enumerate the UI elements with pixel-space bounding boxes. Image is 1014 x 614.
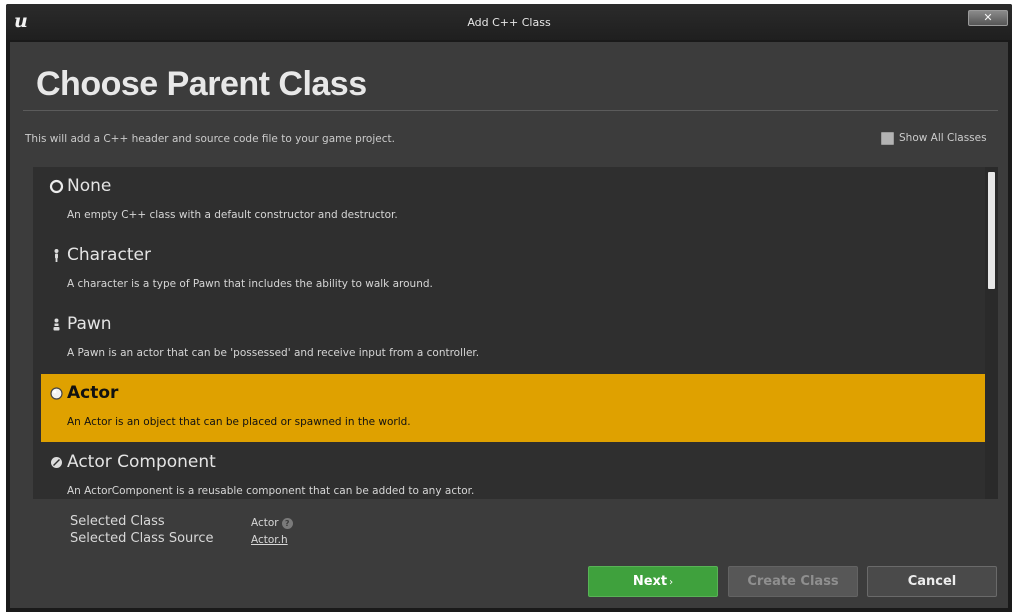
chevron-right-icon: ›: [669, 577, 674, 588]
class-item-description: An empty C++ class with a default constr…: [67, 209, 398, 221]
selected-class-name: Actor: [251, 517, 279, 529]
help-icon[interactable]: ?: [281, 517, 293, 529]
selected-class-source-label: Selected Class Source: [70, 531, 214, 546]
class-item-title: Character: [67, 245, 151, 265]
class-item-description: An ActorComponent is a reusable componen…: [67, 485, 475, 497]
selected-class-label: Selected Class: [70, 514, 165, 529]
list-scrollbar-thumb[interactable]: [988, 172, 995, 289]
parent-class-list[interactable]: None An empty C++ class with a default c…: [33, 167, 998, 499]
class-item-title: Actor Component: [67, 452, 216, 472]
list-scrollbar[interactable]: [985, 167, 998, 499]
page-title: Choose Parent Class: [36, 65, 367, 103]
class-item-actor-component[interactable]: Actor Component An ActorComponent is a r…: [41, 443, 985, 499]
class-item-pawn[interactable]: Pawn A Pawn is an actor that can be 'pos…: [41, 305, 985, 373]
title-bar[interactable]: u Add C++ Class ✕: [6, 4, 1012, 40]
class-item-title: Pawn: [67, 314, 112, 334]
class-item-title: Actor: [67, 383, 119, 403]
dialog-body: Choose Parent Class This will add a C++ …: [10, 42, 1008, 608]
create-class-button[interactable]: Create Class: [728, 566, 858, 597]
next-button-label: Next: [632, 574, 668, 589]
close-button[interactable]: ✕: [968, 10, 1008, 26]
show-all-classes-label: Show All Classes: [899, 132, 987, 144]
dialog-description: This will add a C++ header and source co…: [25, 133, 395, 145]
class-item-description: A character is a type of Pawn that inclu…: [67, 278, 433, 290]
cancel-button[interactable]: Cancel: [867, 566, 997, 597]
class-item-title: None: [67, 176, 112, 196]
title-divider: [23, 110, 998, 111]
window-title: Add C++ Class: [467, 16, 551, 29]
class-item-character[interactable]: Character A character is a type of Pawn …: [41, 236, 985, 304]
show-all-classes-checkbox[interactable]: [881, 131, 894, 145]
class-item-actor[interactable]: Actor An Actor is an object that can be …: [41, 374, 985, 442]
pawn-icon: [53, 318, 60, 331]
selected-class-source-link[interactable]: Actor.h: [251, 533, 288, 547]
next-button[interactable]: Next ›: [588, 566, 718, 597]
class-item-description: A Pawn is an actor that can be 'possesse…: [67, 347, 480, 359]
class-item-none[interactable]: None An empty C++ class with a default c…: [41, 167, 985, 235]
selected-class-value: Actor ?: [251, 516, 293, 530]
actor-icon: [50, 387, 63, 400]
none-radio-icon: [49, 179, 64, 194]
actor-component-icon: [51, 457, 62, 468]
character-icon: [54, 249, 59, 262]
class-item-description: An Actor is an object that can be placed…: [67, 416, 411, 428]
add-cpp-class-dialog: u Add C++ Class ✕ Choose Parent Class Th…: [6, 4, 1012, 612]
show-all-classes-toggle[interactable]: Show All Classes: [881, 130, 987, 146]
